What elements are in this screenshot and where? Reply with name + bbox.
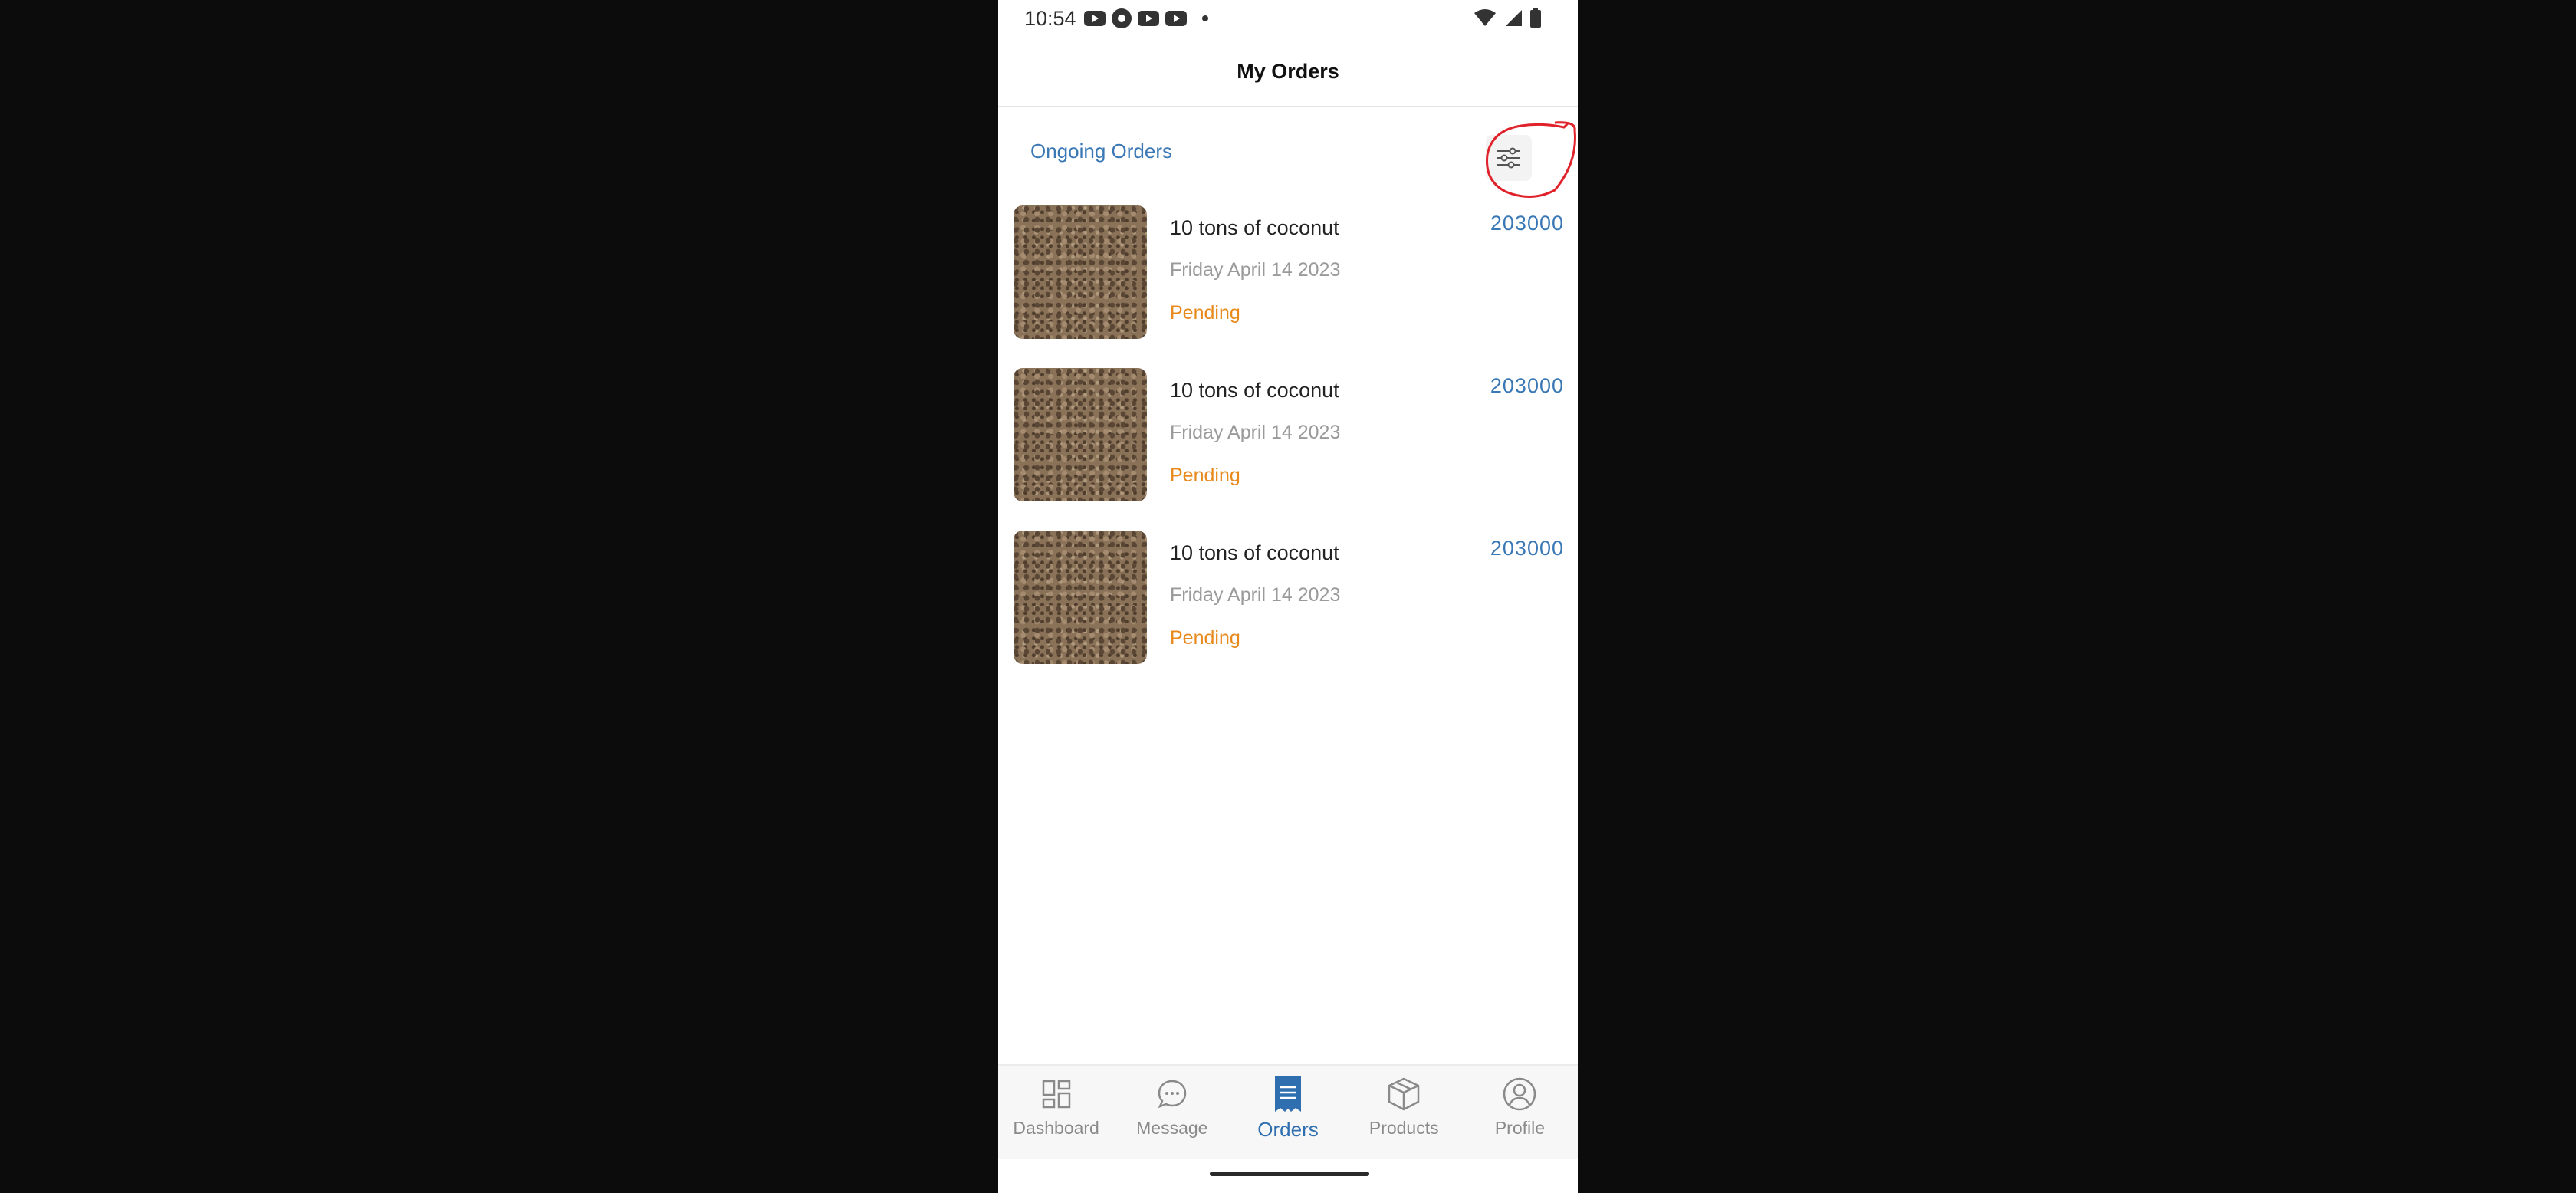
- status-bar: 10:54: [998, 0, 1578, 37]
- nav-item-orders[interactable]: Orders: [1230, 1066, 1346, 1159]
- nav-label: Dashboard: [1013, 1118, 1099, 1138]
- order-name: 10 tons of coconut: [1170, 541, 1339, 564]
- home-indicator[interactable]: [1210, 1172, 1369, 1176]
- signal-icon: [1506, 10, 1522, 26]
- wifi-icon: [1474, 9, 1496, 26]
- nav-label: Products: [1368, 1118, 1439, 1138]
- order-date: Friday April 14 2023: [1170, 422, 1341, 443]
- chrome-icon: [1111, 8, 1132, 28]
- dot-icon: [1201, 15, 1208, 21]
- dashboard-icon: [1039, 1076, 1074, 1112]
- order-name: 10 tons of coconut: [1170, 379, 1339, 402]
- status-time: 10:54: [1024, 6, 1076, 30]
- page-title: My Orders: [1237, 59, 1339, 83]
- order-thumbnail: [1014, 531, 1147, 664]
- order-price: 203000: [1490, 537, 1564, 560]
- section-title-ongoing-orders: Ongoing Orders: [1030, 140, 1172, 163]
- order-item[interactable]: 10 tons of coconut Friday April 14 2023 …: [1012, 531, 1564, 666]
- system-icons: [1474, 8, 1541, 28]
- order-price: 203000: [1490, 212, 1564, 235]
- sliders-icon: [1497, 147, 1520, 169]
- order-date: Friday April 14 2023: [1170, 584, 1341, 606]
- nav-item-message[interactable]: Message: [1114, 1066, 1230, 1159]
- notification-icons: [1083, 8, 1208, 28]
- filter-button[interactable]: [1486, 135, 1532, 181]
- battery-icon: [1530, 8, 1541, 28]
- box-icon: [1386, 1076, 1421, 1112]
- phone-screen: 10:54 My Orders Ongoing Orders 10 tons o…: [998, 0, 1578, 1193]
- profile-icon: [1502, 1076, 1537, 1112]
- order-item[interactable]: 10 tons of coconut Friday April 14 2023 …: [1012, 368, 1564, 503]
- order-thumbnail: [1014, 205, 1147, 339]
- youtube-icon: [1165, 11, 1187, 26]
- nav-label: Message: [1136, 1118, 1208, 1138]
- youtube-icon: [1137, 11, 1159, 26]
- order-status: Pending: [1170, 302, 1240, 324]
- nav-label: Profile: [1494, 1118, 1546, 1138]
- app-header: My Orders: [998, 37, 1578, 107]
- message-icon: [1155, 1076, 1190, 1112]
- order-thumbnail: [1014, 368, 1147, 501]
- order-item[interactable]: 10 tons of coconut Friday April 14 2023 …: [1012, 205, 1564, 340]
- section-header: Ongoing Orders: [998, 109, 1578, 199]
- order-price: 203000: [1490, 374, 1564, 397]
- order-name: 10 tons of coconut: [1170, 216, 1339, 239]
- nav-label: Orders: [1257, 1118, 1319, 1141]
- nav-item-profile[interactable]: Profile: [1462, 1066, 1578, 1159]
- order-status: Pending: [1170, 465, 1240, 486]
- nav-item-products[interactable]: Products: [1346, 1066, 1462, 1159]
- order-status: Pending: [1170, 627, 1240, 649]
- order-date: Friday April 14 2023: [1170, 259, 1341, 281]
- orders-icon: [1270, 1076, 1306, 1112]
- bottom-nav: Dashboard Message Orders Products Profil…: [998, 1064, 1578, 1159]
- youtube-icon: [1083, 11, 1106, 26]
- nav-item-dashboard[interactable]: Dashboard: [998, 1066, 1114, 1159]
